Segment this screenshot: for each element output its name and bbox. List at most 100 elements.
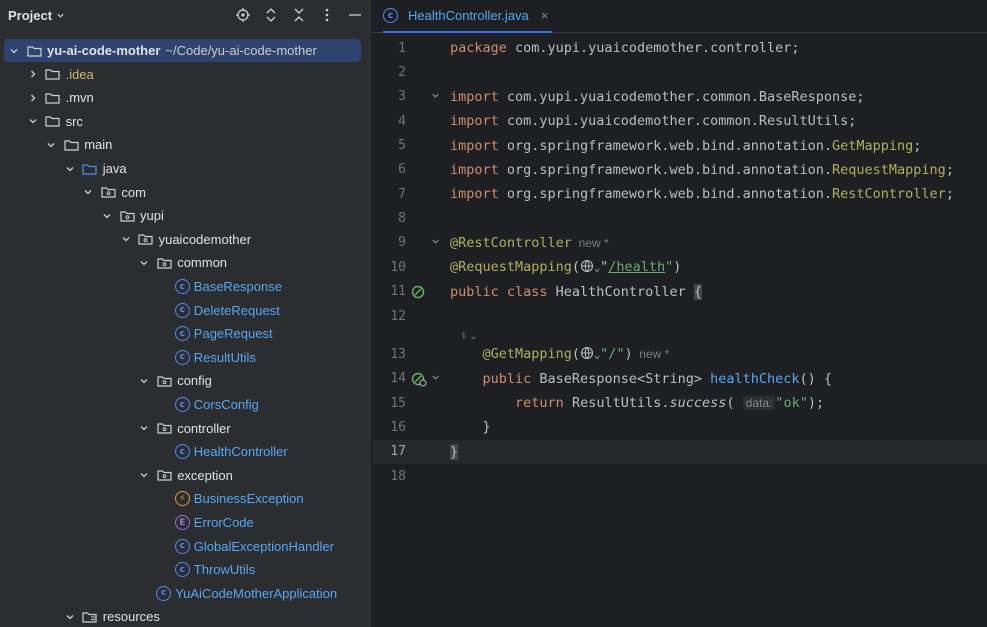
folder-icon [26, 44, 42, 58]
code-line[interactable]: 12 [373, 304, 987, 328]
chevron-down-icon[interactable] [120, 233, 132, 245]
tree-item-label: yupi [140, 208, 164, 224]
more-options-icon[interactable] [319, 7, 335, 23]
code-text: import org.springframework.web.bind.anno… [450, 186, 954, 202]
tree-item[interactable]: c DeleteRequest [0, 299, 280, 322]
tree-item[interactable]: E ErrorCode [0, 511, 254, 534]
code-line[interactable]: 15 return ResultUtils.success( data: "ok"… [373, 391, 987, 415]
code-token: ; [945, 186, 954, 203]
tree-item-label: DeleteRequest [193, 302, 280, 318]
tree-item-label: CorsConfig [193, 397, 259, 412]
code-line[interactable]: 16 } [373, 415, 987, 439]
code-line[interactable]: 11 public class HealthController { [373, 280, 987, 304]
chevron-right-icon[interactable] [27, 92, 39, 104]
code-token: "/" [600, 346, 625, 363]
chevron-down-icon[interactable] [138, 422, 150, 434]
chevron-down-icon[interactable] [45, 139, 57, 151]
close-icon[interactable]: × [541, 8, 549, 23]
code-text: import org.springframework.web.bind.anno… [450, 162, 954, 178]
tree-item-label: .idea [65, 66, 94, 82]
tree-item[interactable]: .mvn [0, 86, 94, 109]
line-number: 11 [390, 284, 406, 300]
code-line[interactable]: 7 import org.springframework.web.bind.ann… [373, 182, 987, 206]
code-line[interactable]: 10 @RequestMapping(⌄"/health") [373, 255, 987, 279]
tree-item[interactable]: c PageRequest [0, 322, 273, 345]
chevron-down-icon[interactable] [138, 375, 150, 387]
chevron-down-icon[interactable] [8, 45, 20, 57]
minimize-icon[interactable] [347, 7, 363, 23]
tree-item[interactable]: common [0, 251, 227, 274]
tree-item[interactable]: .idea [0, 63, 94, 86]
chevron-down-icon[interactable] [56, 11, 65, 20]
chevron-down-icon[interactable] [101, 210, 113, 222]
chevron-down-icon[interactable] [64, 611, 76, 623]
chevron-down-icon[interactable] [138, 257, 150, 269]
globe-icon[interactable]: ⌄ [580, 346, 600, 362]
code-area[interactable]: 1 package com.yupi.yuaicodemother.control… [373, 36, 987, 627]
code-line[interactable]: 5 import org.springframework.web.bind.ann… [373, 133, 987, 157]
chevron-down-icon[interactable] [27, 115, 39, 127]
exception-class-icon: ⚡ [174, 491, 190, 507]
tree-item[interactable]: yuaicodemother [0, 228, 251, 251]
class-icon: c [383, 8, 398, 23]
globe-icon[interactable]: ⌄ [580, 259, 600, 275]
chevron-down-icon[interactable] [82, 186, 94, 198]
tree-item[interactable]: controller [0, 417, 231, 440]
tab-health-controller[interactable]: c HealthController.java × [383, 0, 553, 33]
code-line[interactable]: 4 import com.yupi.yuaicodemother.common.R… [373, 109, 987, 133]
tree-item[interactable]: main [0, 133, 112, 156]
code-token: " [600, 259, 609, 276]
tree-item[interactable]: resources [0, 605, 160, 627]
tree-item[interactable]: java [0, 157, 127, 180]
tree-item[interactable]: src [0, 110, 83, 133]
collapse-all-icon[interactable] [291, 7, 307, 23]
tree-item[interactable]: c CorsConfig [0, 393, 259, 416]
code-line[interactable]: 2 [373, 60, 987, 84]
code-inlay-row[interactable]: ⚕ ⌄ [373, 328, 987, 342]
code-line[interactable]: 3 import com.yupi.yuaicodemother.common.B… [373, 85, 987, 109]
tree-item[interactable]: c YuAiCodeMotherApplication [0, 582, 337, 605]
project-panel-title[interactable]: Project [8, 8, 52, 23]
tree-item[interactable]: yu-ai-code-mother ~/Code/yu-ai-code-mothe… [4, 39, 361, 62]
code-line[interactable]: 14 public BaseResponse<String> healthChe… [373, 367, 987, 391]
tree-item-label: YuAiCodeMotherApplication [175, 585, 338, 601]
tree-item-label: PageRequest [193, 326, 273, 342]
tree-item[interactable]: yupi [0, 204, 164, 227]
spring-bean-icon[interactable] [411, 284, 427, 300]
chevron-down-icon[interactable] [138, 469, 150, 481]
tree-item[interactable]: c BaseResponse [0, 275, 282, 298]
fold-chevron-icon[interactable] [431, 91, 441, 103]
tree-item[interactable]: c HealthController [0, 440, 288, 463]
tree-item[interactable]: ⚡ BusinessException [0, 487, 304, 510]
chevron-down-icon[interactable] [64, 163, 76, 175]
code-token: import [450, 113, 507, 130]
fold-chevron-icon[interactable] [431, 237, 441, 249]
code-line[interactable]: 8 [373, 206, 987, 230]
expand-all-icon[interactable] [263, 7, 279, 23]
class-icon: c [174, 444, 190, 460]
code-token: org.springframework.web.bind.annotation. [506, 186, 833, 203]
code-token: import [450, 161, 507, 178]
tree-item[interactable]: config [0, 369, 212, 392]
code-text: } [450, 443, 459, 460]
tree-item[interactable]: c ThrowUtils [0, 558, 255, 581]
tree-item[interactable]: c ResultUtils [0, 346, 256, 369]
code-line[interactable]: 13 @GetMapping(⌄"/") new * [373, 342, 987, 366]
spring-endpoint-icon[interactable] [411, 371, 427, 387]
code-line[interactable]: 9 @RestController new * [373, 231, 987, 255]
tree-item[interactable]: exception [0, 464, 233, 487]
code-line[interactable]: 18 [373, 464, 987, 488]
package-icon [156, 421, 172, 435]
enum-icon: E [174, 515, 190, 530]
code-line[interactable]: 17} [373, 439, 987, 464]
tree-item[interactable]: com [0, 181, 146, 204]
chevron-right-icon[interactable] [27, 68, 39, 80]
code-line[interactable]: 1 package com.yupi.yuaicodemother.control… [373, 36, 987, 60]
package-icon [156, 468, 172, 482]
code-line[interactable]: 6 import org.springframework.web.bind.ann… [373, 158, 987, 182]
fold-chevron-icon[interactable] [431, 373, 441, 385]
locate-icon[interactable] [235, 7, 251, 23]
line-number: 9 [398, 235, 406, 251]
tree-item[interactable]: c GlobalExceptionHandler [0, 535, 334, 558]
